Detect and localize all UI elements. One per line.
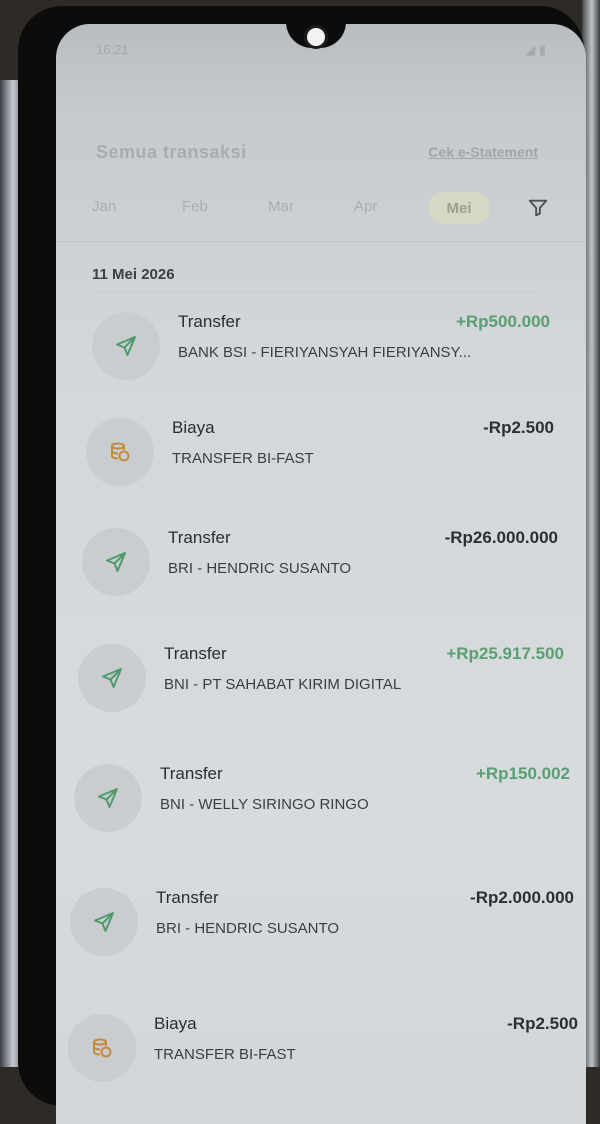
estatement-link[interactable]: Cek e-Statement (428, 144, 538, 160)
header: Semua transaksi Cek e-Statement (96, 142, 538, 168)
status-bar: 16:21 ◢ ▮ (96, 42, 546, 62)
transaction-label: Transfer (156, 888, 219, 907)
page-title: Semua transaksi (96, 142, 247, 162)
transaction-icon-bg (70, 888, 138, 956)
date-group-label: 11 Mei 2026 (92, 266, 175, 283)
transaction-row[interactable]: Biaya TRANSFER BI-FAST -Rp2.500 (86, 418, 554, 498)
month-tab-apr[interactable]: Apr (354, 198, 377, 215)
month-filter-bar: Jan Feb Mar Apr Mei (92, 192, 552, 232)
transaction-amount: +Rp150.002 (475, 764, 570, 783)
filter-icon (528, 199, 548, 217)
transaction-icon-bg (68, 1014, 136, 1082)
transaction-icon-bg (82, 528, 150, 596)
transaction-row[interactable]: Transfer BNI - PT SAHABAT KIRIM DIGITAL … (78, 644, 564, 724)
transaction-label: Transfer (168, 528, 231, 547)
month-tab-mar[interactable]: Mar (268, 198, 294, 215)
phone-frame: 16:21 ◢ ▮ Semua transaksi Cek e-Statemen… (18, 6, 586, 1124)
transaction-label: Biaya (154, 1014, 197, 1033)
transaction-amount: -Rp2.500 (507, 1014, 578, 1033)
transaction-icon-bg (74, 764, 142, 832)
send-icon (102, 668, 122, 688)
transaction-row[interactable]: Transfer BRI - HENDRIC SUSANTO -Rp2.000.… (70, 888, 574, 968)
send-icon (116, 336, 136, 356)
status-time: 16:21 (96, 42, 129, 57)
coins-icon (111, 442, 130, 462)
transaction-label: Transfer (178, 312, 241, 331)
transaction-row[interactable]: Biaya TRANSFER BI-FAST -Rp2.500 (68, 1014, 578, 1094)
month-tab-jan[interactable]: Jan (92, 198, 116, 215)
send-icon (106, 552, 126, 572)
transaction-icon-bg (86, 418, 154, 486)
transaction-desc: TRANSFER BI-FAST (154, 1046, 296, 1063)
transaction-desc: BNI - WELLY SIRINGO RINGO (160, 796, 369, 813)
send-icon (94, 912, 114, 932)
date-divider (92, 292, 536, 293)
transaction-amount: -Rp2.000.000 (470, 888, 574, 907)
transaction-row[interactable]: Transfer BANK BSI - FIERIYANSYAH FIERIYA… (92, 312, 550, 392)
filter-button[interactable] (524, 194, 552, 222)
month-tab-feb[interactable]: Feb (182, 198, 208, 215)
transaction-row[interactable]: Transfer BNI - WELLY SIRINGO RINGO +Rp15… (74, 764, 570, 844)
transaction-amount: +Rp25.917.500 (446, 644, 564, 663)
coins-icon (93, 1038, 112, 1058)
transaction-desc: BANK BSI - FIERIYANSYAH FIERIYANSY... (178, 344, 472, 361)
status-icons: ◢ ▮ (525, 42, 546, 57)
transaction-amount: -Rp26.000.000 (444, 528, 558, 547)
transaction-desc: BNI - PT SAHABAT KIRIM DIGITAL (164, 676, 402, 693)
transaction-icon-bg (92, 312, 160, 380)
transaction-desc: BRI - HENDRIC SUSANTO (168, 560, 352, 577)
app-screen: 16:21 ◢ ▮ Semua transaksi Cek e-Statemen… (56, 24, 586, 1124)
transaction-label: Biaya (172, 418, 215, 437)
send-icon (98, 788, 118, 808)
transaction-amount: +Rp500.000 (455, 312, 550, 331)
transaction-label: Transfer (164, 644, 227, 663)
transaction-desc: BRI - HENDRIC SUSANTO (156, 920, 340, 937)
transaction-amount: -Rp2.500 (483, 418, 554, 437)
transaction-row[interactable]: Transfer BRI - HENDRIC SUSANTO -Rp26.000… (82, 528, 558, 608)
month-tab-mei[interactable]: Mei (428, 192, 490, 224)
transaction-icon-bg (78, 644, 146, 712)
transaction-desc: TRANSFER BI-FAST (172, 450, 314, 467)
divider (56, 241, 586, 242)
transaction-label: Transfer (160, 764, 223, 783)
